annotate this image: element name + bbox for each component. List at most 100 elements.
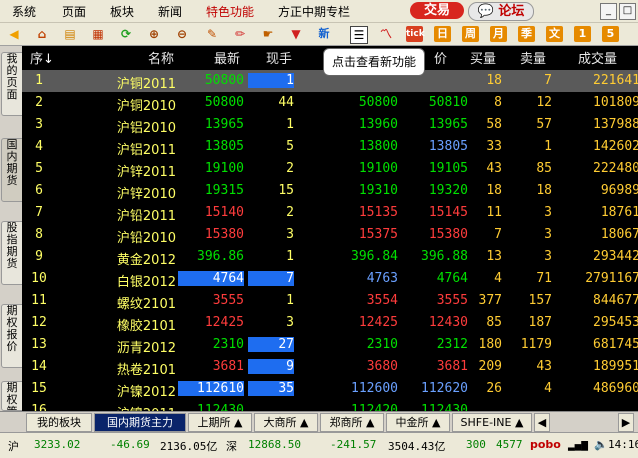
cell-sell: 3 [544, 227, 552, 242]
sort-arrow-icon: ↓ [43, 52, 54, 67]
header-total-volume[interactable]: 成交量 [578, 48, 617, 68]
table-row[interactable]: 8 沪铅2010 15380 3 15375 15380 7 3 18067 [22, 224, 638, 246]
sh-index-amount: 2136.05亿 [160, 440, 218, 453]
btab-czce[interactable]: 郑商所 ▲ [320, 413, 384, 432]
cell-total: 189951 [593, 359, 638, 374]
period-season-button[interactable]: 季 [518, 26, 535, 42]
cell-buy: 43 [486, 161, 502, 176]
cell-name: 螺纹2101 [116, 297, 176, 312]
header-seq[interactable]: 序↓ [30, 48, 54, 68]
btab-shfe[interactable]: 上期所 ▲ [188, 413, 252, 432]
table-row[interactable]: 4 沪铝2011 13805 5 13800 13805 33 1 142602 [22, 136, 638, 158]
btab-my-sector[interactable]: 我的板块 [26, 413, 92, 432]
table-row[interactable]: 10 白银2012 4764 7 4763 4764 4 71 2791167 [22, 268, 638, 290]
period-week-button[interactable]: 周 [462, 26, 479, 42]
vtab-option-strategy[interactable]: 期权策略 [1, 381, 23, 411]
btab-dce[interactable]: 大商所 ▲ [254, 413, 318, 432]
cell-seq: 12 [31, 315, 47, 330]
minimize-button[interactable]: _ [600, 3, 617, 20]
cell-buy: 33 [486, 139, 502, 154]
chart-book-icon[interactable]: ▦ [90, 26, 106, 42]
table-row[interactable]: 6 沪锌2010 19315 15 19310 19320 18 18 96989 [22, 180, 638, 202]
trade-button[interactable]: 交易 [410, 2, 464, 19]
hand-icon[interactable]: ☛ [260, 26, 276, 42]
cell-name: 沪铝2010 [116, 121, 176, 136]
refresh-icon[interactable]: ⟳ [118, 26, 134, 42]
header-buy-qty[interactable]: 买量 [470, 48, 496, 68]
status-bar: 沪 3233.02 -46.69 2136.05亿 深 12868.50 -24… [0, 432, 638, 458]
cell-vol: 1 [286, 117, 294, 132]
menu-sector[interactable]: 板块 [110, 3, 134, 20]
period-1min-button[interactable]: 1 [574, 26, 591, 42]
btab-shfe-ine[interactable]: SHFE-INE ▲ [452, 413, 532, 432]
tick-button[interactable]: tick [406, 26, 425, 42]
vtab-label: 期权报价 [6, 304, 18, 353]
table-row[interactable]: 3 沪铝2010 13965 1 13960 13965 58 57 137988 [22, 114, 638, 136]
filter-icon[interactable]: ▼ [288, 26, 304, 42]
draw-icon[interactable]: ✎ [204, 26, 220, 42]
menu-news[interactable]: 新闻 [158, 3, 182, 20]
btab-main-futures[interactable]: 国内期货主力 [94, 413, 186, 432]
period-day-button[interactable]: 日 [434, 26, 451, 42]
scroll-left-button[interactable]: ◀ [534, 413, 550, 432]
cell-ask: 13805 [428, 139, 468, 154]
cell-name: 橡胶2101 [116, 319, 176, 334]
zoom-in-icon[interactable]: ⊕ [146, 26, 162, 42]
table-row[interactable]: 15 沪镍2012 112610 35 112600 112620 26 4 486960 [22, 378, 638, 400]
list-icon[interactable]: ☰ [350, 26, 368, 44]
zoom-out-icon[interactable]: ⊖ [174, 26, 190, 42]
table-row[interactable]: 13 沥青2012 2310 27 2310 2312 180 1179 681745 [22, 334, 638, 356]
cell-buy: 209 [478, 359, 502, 374]
cell-ask: 2312 [436, 337, 468, 352]
cell-buy: 18 [486, 183, 502, 198]
menu-page[interactable]: 页面 [62, 3, 86, 20]
header-last[interactable]: 最新 [214, 48, 240, 68]
cell-last: 15380 [204, 227, 244, 242]
pencil-icon[interactable]: ✏ [232, 26, 248, 42]
period-5min-button[interactable]: 5 [602, 26, 619, 42]
new-feature-icon[interactable]: 新 [316, 26, 332, 42]
cell-last: 112610 [178, 381, 244, 396]
cell-sell: 71 [536, 271, 552, 286]
home-icon[interactable]: ⌂ [34, 26, 50, 42]
table-row[interactable]: 5 沪锌2011 19100 2 19100 19105 43 85 222480 [22, 158, 638, 180]
table-row[interactable]: 2 沪铜2010 50800 44 50800 50810 8 12 101809 [22, 92, 638, 114]
table-row[interactable]: 14 热卷2101 3681 9 3680 3681 209 43 189951 [22, 356, 638, 378]
cell-vol: 35 [248, 381, 294, 396]
vtab-option-quotes[interactable]: 期权报价 [1, 304, 23, 368]
table-row[interactable]: 9 黄金2012 396.86 1 396.84 396.88 13 3 293442 [22, 246, 638, 268]
cell-seq: 8 [35, 227, 43, 242]
toolbar: ◀ ⌂ ▤ ▦ ⟳ ⊕ ⊖ ✎ ✏ ☛ ▼ 新 ☰ 〽 tick 日 周 月 季… [0, 23, 638, 46]
btab-cffex[interactable]: 中金所 ▲ [386, 413, 450, 432]
table-row[interactable]: 12 橡胶2101 12425 3 12425 12430 85 187 295453 [22, 312, 638, 334]
table-row[interactable]: 7 沪铅2011 15140 2 15135 15145 11 3 18761 [22, 202, 638, 224]
cell-ask: 19105 [428, 161, 468, 176]
speaker-icon[interactable]: 🔈 [594, 438, 608, 451]
header-price[interactable]: 价 [434, 48, 447, 68]
maximize-button[interactable]: □ [619, 3, 636, 20]
table-row[interactable]: 16 沪镍2011 112430 112420 112430 [22, 400, 638, 411]
menu-features[interactable]: 特色功能 [206, 3, 254, 20]
header-volume[interactable]: 现手 [266, 48, 292, 68]
index3-value: 300 [466, 438, 486, 451]
back-icon[interactable]: ◀ [6, 26, 22, 42]
trend-icon[interactable]: 〽 [378, 26, 394, 42]
vtab-index-futures[interactable]: 股指期货 [1, 221, 23, 285]
vtab-my-page[interactable]: 我的页面 [1, 52, 23, 116]
stack-icon[interactable]: ▤ [62, 26, 78, 42]
cell-ask: 19320 [428, 183, 468, 198]
menu-system[interactable]: 系统 [12, 3, 36, 20]
forum-button[interactable]: 💬 论坛 [468, 2, 534, 21]
header-sell-qty[interactable]: 卖量 [520, 48, 546, 68]
period-text-button[interactable]: 文 [546, 26, 563, 42]
menu-column[interactable]: 方正中期专栏 [278, 3, 350, 20]
cell-bid: 4763 [366, 271, 398, 286]
table-row[interactable]: 11 螺纹2101 3555 1 3554 3555 377 157 844677 [22, 290, 638, 312]
cell-bid: 15135 [358, 205, 398, 220]
vtab-domestic-futures[interactable]: 国内期货 [1, 138, 23, 202]
left-tab-bar: 我的页面 国内期货 股指期货 期权报价 期权策略 [0, 46, 23, 411]
cell-ask: 13965 [428, 117, 468, 132]
period-month-button[interactable]: 月 [490, 26, 507, 42]
scroll-right-button[interactable]: ▶ [618, 413, 634, 432]
header-name[interactable]: 名称 [148, 48, 174, 68]
